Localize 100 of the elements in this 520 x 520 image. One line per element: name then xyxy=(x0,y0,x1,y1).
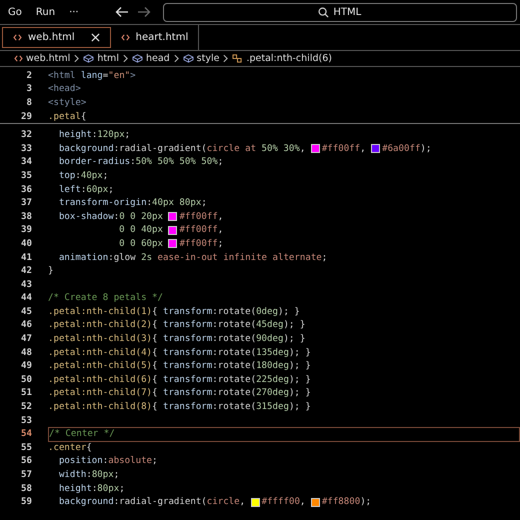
code-text: #ff00ff xyxy=(179,212,218,222)
code-text: 0 0 20px xyxy=(119,212,164,222)
code-text: circle xyxy=(206,497,240,508)
code-text: #ffff00 xyxy=(262,497,300,508)
line-number: 2 xyxy=(26,70,32,81)
code-text: , xyxy=(218,225,224,236)
breadcrumb-item[interactable]: head xyxy=(132,53,170,64)
color-swatch[interactable] xyxy=(371,144,380,154)
code-line: .petal:nth-child(8){ transform:rotate(315deg); } xyxy=(48,401,312,414)
code-text: box-shadow xyxy=(58,212,114,222)
line-number: 46 xyxy=(20,320,32,330)
code-line: border-radius:50% 50% 50% 50%; xyxy=(58,156,224,169)
line-number: 50 xyxy=(20,374,32,385)
code-text: ; xyxy=(218,238,224,249)
code-text: , xyxy=(360,144,367,154)
color-swatch[interactable] xyxy=(310,498,320,507)
color-swatch[interactable] xyxy=(168,212,178,222)
code-text: :radial-gradient( xyxy=(114,497,207,508)
line-number: 58 xyxy=(20,484,32,494)
breadcrumb-item[interactable]: html xyxy=(83,53,119,64)
line-number: 51 xyxy=(20,388,32,398)
code-text: background xyxy=(58,144,114,154)
back-arrow-icon[interactable] xyxy=(114,6,129,18)
chevron-icon xyxy=(122,54,128,63)
line-number: 52 xyxy=(20,402,32,412)
color-swatch[interactable] xyxy=(250,498,260,507)
color-swatch[interactable] xyxy=(310,144,320,154)
code-text: :radial-gradient( xyxy=(114,144,207,154)
code-icon xyxy=(14,55,23,62)
cube-icon xyxy=(83,54,94,63)
line-number: 33 xyxy=(20,144,32,154)
code-text: , xyxy=(240,497,246,508)
code-text: 0 0 60px xyxy=(118,238,164,249)
code-line: .petal{ xyxy=(48,110,88,124)
code-line: } xyxy=(48,265,54,278)
menu-item[interactable]: Go xyxy=(8,6,22,18)
line-number: 8 xyxy=(26,98,32,108)
code-text: 0 0 40px xyxy=(118,225,164,236)
line-number: 49 xyxy=(20,361,32,372)
code-text: #ff00ff xyxy=(179,238,218,249)
code-line: <html lang="en"> xyxy=(48,70,137,82)
line-number: 38 xyxy=(20,212,32,222)
line-number: 35 xyxy=(20,170,32,181)
code-line: width:80px; xyxy=(58,469,120,482)
color-swatch[interactable] xyxy=(168,239,178,248)
breadcrumb-item[interactable]: web.html xyxy=(14,53,70,64)
code-line: transform-origin:40px 80px; xyxy=(58,197,208,210)
code-line: height:120px; xyxy=(58,129,132,142)
line-number: 47 xyxy=(20,334,32,344)
code-text: , xyxy=(300,497,306,508)
code-line: .petal:nth-child(5){ transform:rotate(180deg); } xyxy=(48,360,312,373)
cube-icon xyxy=(182,54,194,63)
code-text: circle at xyxy=(206,144,258,154)
symbol-icon xyxy=(232,54,244,63)
code-line: left:60px; xyxy=(58,184,115,196)
code-line: .petal:nth-child(6){ transform:rotate(225deg); } xyxy=(48,374,312,386)
line-number: 48 xyxy=(20,348,32,358)
code-text: #ff8800 xyxy=(322,497,360,508)
line-number: 41 xyxy=(20,252,32,263)
line-number: 36 xyxy=(20,184,32,195)
code-text: ); xyxy=(420,144,432,154)
line-number: 57 xyxy=(20,470,32,480)
code-text: #ff00ff xyxy=(322,144,360,154)
line-number: 32 xyxy=(20,130,32,140)
chevron-icon xyxy=(74,54,80,63)
line-number: 44 xyxy=(20,293,32,304)
line-number: 53 xyxy=(20,416,32,426)
code-icon xyxy=(13,34,22,41)
file-tab[interactable]: web.html xyxy=(2,27,111,48)
close-icon[interactable] xyxy=(90,33,100,42)
code-text: : xyxy=(114,212,120,222)
code-line: <head> xyxy=(48,83,82,96)
code-line: /* Create 8 petals */ xyxy=(48,292,164,305)
line-number: 54 xyxy=(20,429,32,440)
code-line: <style> xyxy=(48,96,88,110)
line-number: 55 xyxy=(20,442,32,453)
code-line: .petal:nth-child(2){ transform:rotate(45deg); } xyxy=(48,319,306,332)
file-tab[interactable]: heart.html xyxy=(110,25,200,50)
search-icon xyxy=(318,6,330,18)
line-number: 42 xyxy=(20,266,32,276)
code-icon xyxy=(120,34,130,41)
line-number: 40 xyxy=(20,238,32,249)
line-number: 59 xyxy=(20,497,32,508)
search-field[interactable]: HTML xyxy=(162,2,517,22)
code-line: .petal:nth-child(3){ transform:rotate(90deg); } xyxy=(48,333,306,346)
code-text: ); xyxy=(360,497,372,508)
menu-item[interactable]: Run xyxy=(36,6,56,18)
line-number: 56 xyxy=(20,456,32,466)
menu-item[interactable]: ··· xyxy=(69,6,79,18)
breadcrumb-item[interactable]: .petal:nth-child(6) xyxy=(232,53,332,64)
code-line: position:absolute; xyxy=(58,455,159,468)
code-line: .petal:nth-child(1){ transform:rotate(0deg); } xyxy=(48,306,301,318)
code-text: , xyxy=(218,212,224,222)
code-text: , xyxy=(300,144,306,154)
code-text: 50% 30% xyxy=(262,144,300,154)
color-swatch[interactable] xyxy=(168,226,178,235)
line-number: 39 xyxy=(20,225,32,236)
breadcrumb-item[interactable]: style xyxy=(182,53,220,64)
code-text: #6a00ff xyxy=(382,144,420,154)
cube-icon xyxy=(132,54,143,63)
